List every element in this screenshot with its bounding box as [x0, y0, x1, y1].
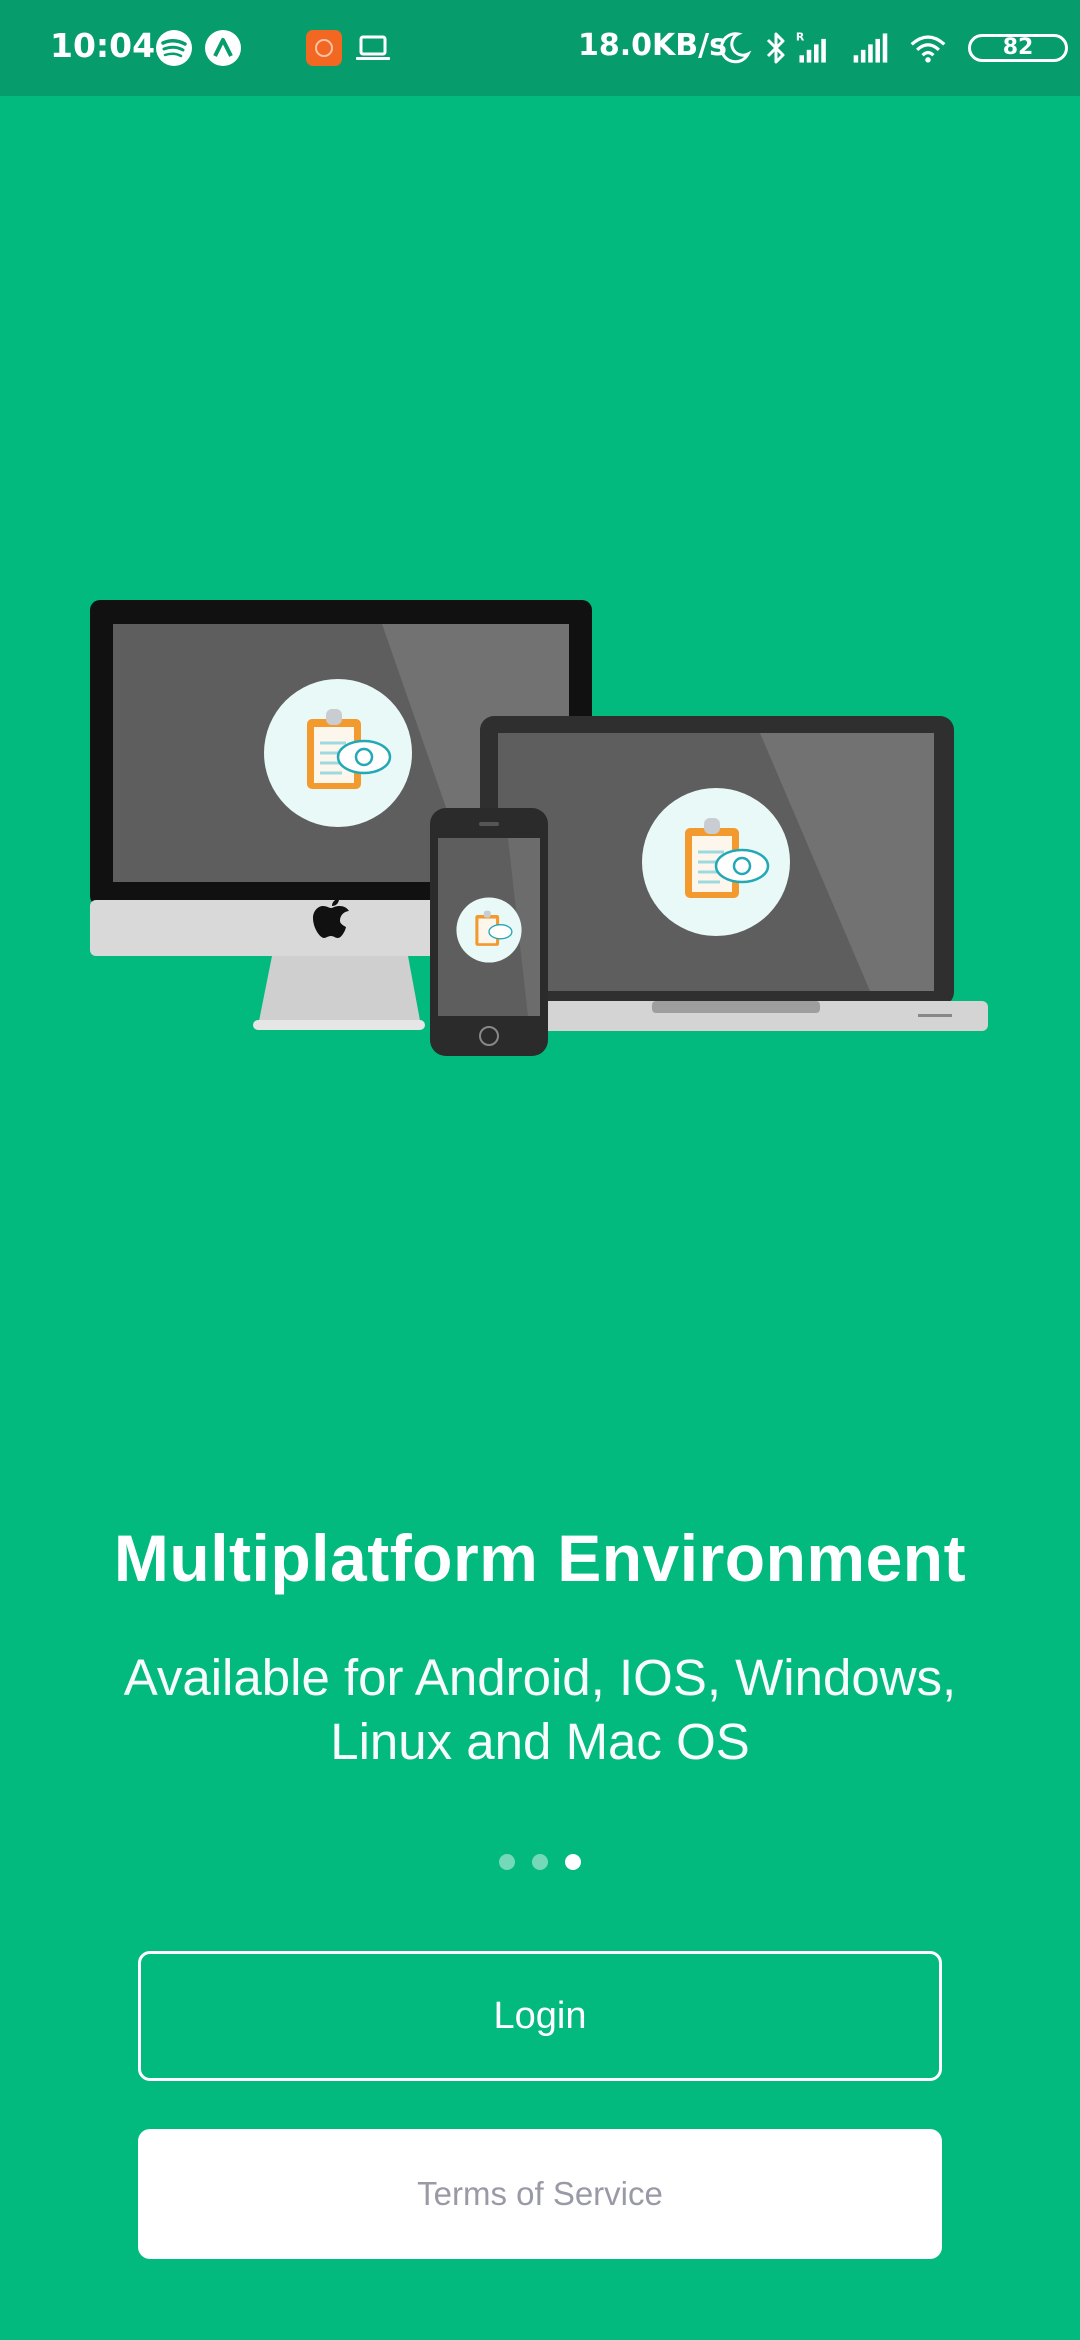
devices-illustration — [90, 600, 988, 1056]
signal-roaming-icon: R — [796, 31, 826, 63]
status-bar: 10:04 18.0KB/s R 82 — [0, 0, 1080, 96]
network-speed: 18.0KB/s — [578, 28, 727, 63]
svg-text:R: R — [796, 31, 805, 44]
onboarding-subtitle: Available for Android, IOS, Windows, Lin… — [123, 1649, 957, 1770]
clipboard-cloud-sync-icon — [642, 788, 790, 936]
login-button[interactable]: Login — [138, 1951, 942, 2081]
laptop-icon — [356, 35, 390, 60]
bluetooth-icon — [766, 32, 785, 64]
page-dot[interactable] — [565, 1854, 581, 1870]
terms-of-service-button[interactable]: Terms of Service — [138, 2129, 942, 2259]
battery-indicator: 82 — [968, 34, 1068, 62]
signal-icon — [853, 33, 888, 63]
spotify-icon — [156, 30, 192, 66]
recorder-icon — [306, 30, 342, 66]
page-dot[interactable] — [499, 1854, 515, 1870]
status-time: 10:04 — [50, 26, 156, 65]
page-indicator — [0, 1854, 1080, 1870]
arc-app-icon — [205, 30, 241, 66]
wifi-icon — [910, 35, 946, 63]
moon-icon — [719, 32, 752, 64]
clipboard-cloud-sync-icon — [456, 897, 522, 963]
clipboard-cloud-sync-icon — [264, 679, 412, 827]
page-dot[interactable] — [532, 1854, 548, 1870]
onboarding-title: Multiplatform Environment — [113, 1521, 967, 1595]
